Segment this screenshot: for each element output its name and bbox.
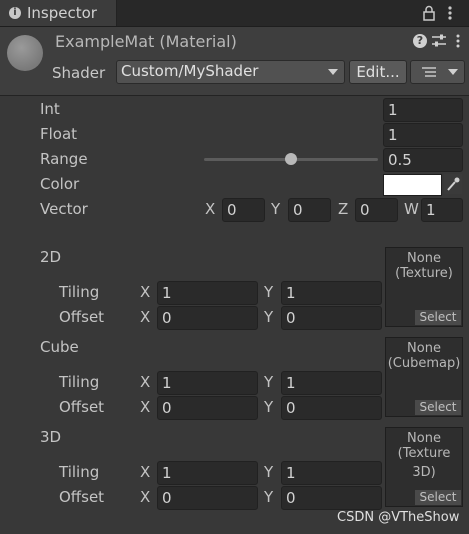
slot-type-text: (Texture 3D) [397,446,451,480]
chevron-down-icon [448,69,458,75]
offset-x-axis: X [140,398,151,416]
tiling-y-axis: Y [264,463,274,481]
color-swatch[interactable] [383,174,442,196]
tiling-y-axis: Y [264,373,274,391]
tiling-x-axis: X [140,463,151,481]
offset-x-field[interactable]: 0 [157,396,258,420]
offset-y-axis: Y [264,308,274,326]
tiling-x-field[interactable]: 1 [157,371,258,395]
tiling-y-field[interactable]: 1 [281,371,382,395]
watermark: CSDN @VTheShow [337,510,460,525]
range-slider-thumb[interactable] [285,153,297,165]
vector-x-axis: X [205,200,216,218]
vector-label: Vector [40,200,88,218]
tiling-x-axis: X [140,373,151,391]
offset-label: Offset [59,398,105,416]
kebab-menu-icon[interactable] [446,5,454,21]
float-label: Float [40,125,78,143]
texture-slot[interactable]: None (Cubemap) Select [385,337,463,417]
help-icon[interactable]: ? [413,34,427,48]
tab-bar: i Inspector [0,0,469,27]
color-label: Color [40,175,80,193]
edit-shader-button[interactable]: Edit... [349,60,407,84]
tiling-label: Tiling [59,283,100,301]
offset-y-field[interactable]: 0 [281,306,382,330]
float-field[interactable]: 1 [383,123,463,147]
offset-y-axis: Y [264,398,274,416]
texture-slot[interactable]: None (Texture) Select [385,247,463,327]
offset-y-axis: Y [264,488,274,506]
eyedropper-icon[interactable] [444,174,462,194]
tiling-x-field[interactable]: 1 [157,461,258,485]
select-button[interactable]: Select [415,310,461,325]
tiling-x-axis: X [140,283,151,301]
tiling-label: Tiling [59,463,100,481]
offset-y-field[interactable]: 0 [281,396,382,420]
list-icon [422,66,436,78]
int-field[interactable]: 1 [383,98,463,122]
shader-value: Custom/MyShader [121,62,259,80]
offset-label: Offset [59,488,105,506]
offset-x-field[interactable]: 0 [157,306,258,330]
list-dropdown[interactable] [410,60,465,84]
tiling-y-axis: Y [264,283,274,301]
tab-inspector[interactable]: i Inspector [0,0,117,26]
vector-y-axis: Y [271,200,281,218]
offset-y-field[interactable]: 0 [281,486,382,510]
offset-label: Offset [59,308,105,326]
range-field[interactable]: 0.5 [383,148,463,172]
context-menu-icon[interactable] [455,33,461,49]
preset-icon[interactable] [431,34,447,48]
vector-w-axis: W [404,200,419,218]
shader-label: Shader [52,64,106,82]
offset-x-field[interactable]: 0 [157,486,258,510]
vector-z-field[interactable]: 0 [355,198,398,222]
offset-x-axis: X [140,308,151,326]
tab-title: Inspector [27,4,97,22]
vector-x-field[interactable]: 0 [222,198,265,222]
texture-slot[interactable]: None (Texture 3D) Select [385,427,463,507]
vector-y-field[interactable]: 0 [288,198,331,222]
shader-dropdown[interactable]: Custom/MyShader [116,60,345,84]
info-icon: i [9,7,21,19]
texture-label: 3D [40,428,62,446]
select-button[interactable]: Select [415,400,461,415]
tiling-x-field[interactable]: 1 [157,281,258,305]
lock-icon[interactable] [422,5,436,21]
tiling-y-field[interactable]: 1 [281,461,382,485]
tiling-y-field[interactable]: 1 [281,281,382,305]
vector-z-axis: Z [338,200,349,218]
slot-type-text: (Cubemap) [387,356,461,371]
offset-x-axis: X [140,488,151,506]
material-title: ExampleMat (Material) [55,32,237,51]
chevron-down-icon [328,69,338,75]
select-button[interactable]: Select [415,490,461,505]
material-header: ExampleMat (Material) ? Shader Custom/My… [0,27,469,96]
int-label: Int [40,100,60,118]
slot-type-text: (Texture) [395,266,453,281]
vector-w-field[interactable]: 1 [421,198,463,222]
range-label: Range [40,150,88,168]
texture-label: 2D [40,248,62,266]
material-preview [7,35,43,71]
texture-label: Cube [40,338,79,356]
tiling-label: Tiling [59,373,100,391]
